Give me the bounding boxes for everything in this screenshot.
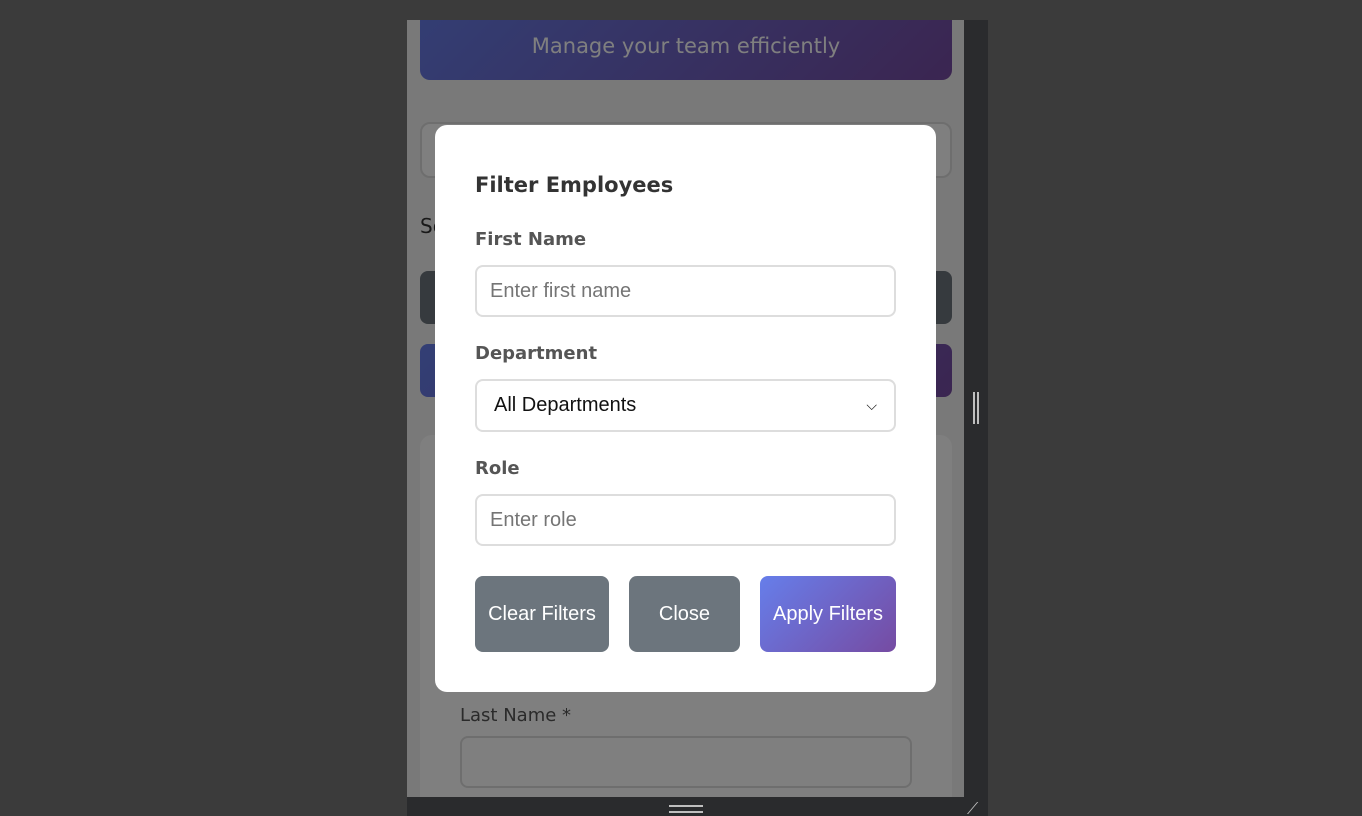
first-name-label: First Name (475, 229, 587, 250)
chevron-down-icon: ⌵ (866, 397, 877, 413)
role-label: Role (475, 458, 520, 479)
department-label: Department (475, 343, 598, 364)
modal-title: Filter Employees (475, 173, 674, 197)
close-button[interactable]: Close (629, 576, 740, 652)
corner-resize-handle-icon[interactable]: ⟋ (967, 801, 983, 816)
role-input[interactable] (475, 494, 896, 546)
clear-filters-button[interactable]: Clear Filters (475, 576, 609, 652)
first-name-input[interactable] (475, 265, 896, 317)
filter-modal: Filter Employees First Name Department A… (435, 125, 936, 692)
bottom-resize-handle-icon[interactable] (669, 805, 703, 813)
side-resize-handle-icon[interactable] (973, 392, 979, 424)
department-select[interactable]: All Departments ⌵ (475, 379, 896, 432)
apply-filters-button[interactable]: Apply Filters (760, 576, 896, 652)
department-selected-value: All Departments (494, 394, 637, 416)
